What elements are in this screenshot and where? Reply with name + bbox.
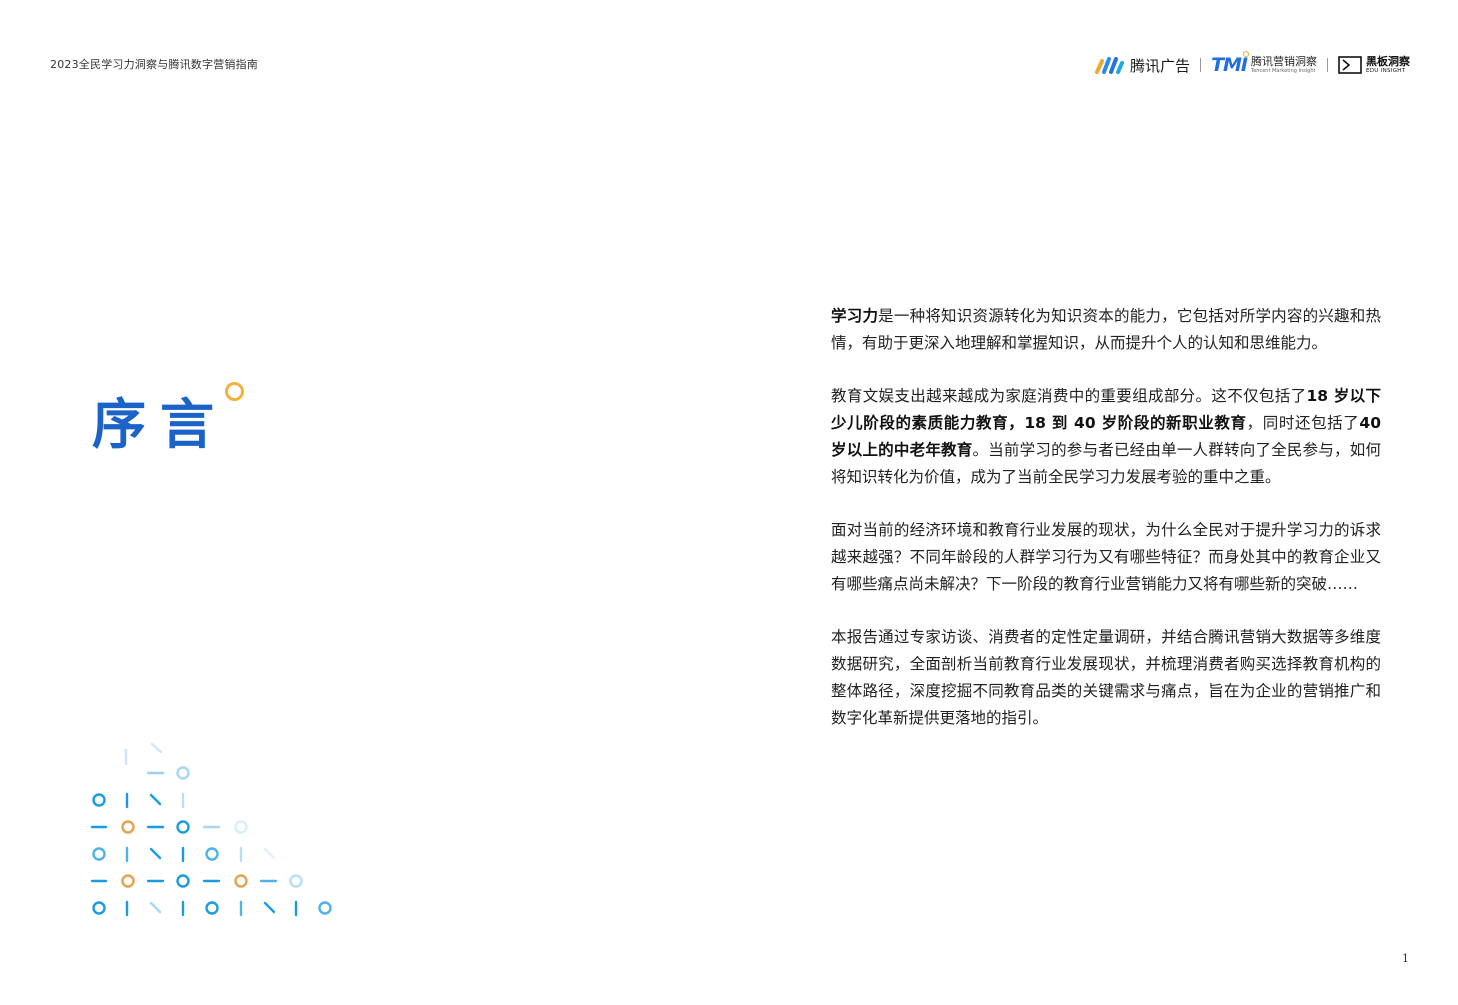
paragraph: 本报告通过专家访谈、消费者的定性定量调研，并结合腾讯营销大数据等多维度数据研究，… (831, 628, 1381, 727)
preface-body: 学习力是一种将知识资源转化为知识资本的能力，它包括对所学内容的兴趣和热情，有助于… (831, 303, 1381, 758)
partner-logos: 腾讯广告 TMI 腾讯营销洞察 Tencent Marketing Insigh… (1094, 51, 1410, 78)
heiban-icon (1338, 56, 1362, 74)
tencent-ads-icon (1095, 57, 1125, 74)
tencent-ads-label: 腾讯广告 (1130, 56, 1191, 75)
page-number: 1 (1402, 952, 1409, 965)
pattern-decoration (90, 742, 332, 917)
heiban-cn-label: 黑板洞察 (1366, 54, 1410, 68)
tmi-cn-label: 腾讯营销洞察 (1251, 55, 1317, 68)
tencent-ads-logo: 腾讯广告 (1094, 55, 1190, 76)
ring-decoration-icon (225, 382, 244, 401)
heiban-logo: 黑板洞察 EDU INSIGHT (1338, 56, 1410, 75)
paragraph: 面对当前的经济环境和教育行业发展的现状，为什么全民对于提升学习力的诉求越来越强？… (831, 521, 1381, 593)
logo-divider (1200, 58, 1202, 72)
tmi-logo: TMI 腾讯营销洞察 Tencent Marketing Insight (1211, 51, 1317, 76)
paragraph: 教育文娱支出越来越成为家庭消费中的重要组成部分。这不仅包括了18 岁以下少儿阶段… (831, 387, 1381, 486)
tmi-mark: TMI (1211, 51, 1249, 76)
paragraph: 学习力是一种将知识资源转化为知识资本的能力，它包括对所学内容的兴趣和热情，有助于… (831, 307, 1381, 352)
document-title: 2023全民学习力洞察与腾讯数字营销指南 (50, 58, 258, 71)
logo-divider (1327, 58, 1328, 72)
page-title: 序言 (92, 393, 228, 456)
heiban-en-label: EDU INSIGHT (1366, 67, 1406, 74)
tmi-en-label: Tencent Marketing Insight (1251, 68, 1316, 74)
